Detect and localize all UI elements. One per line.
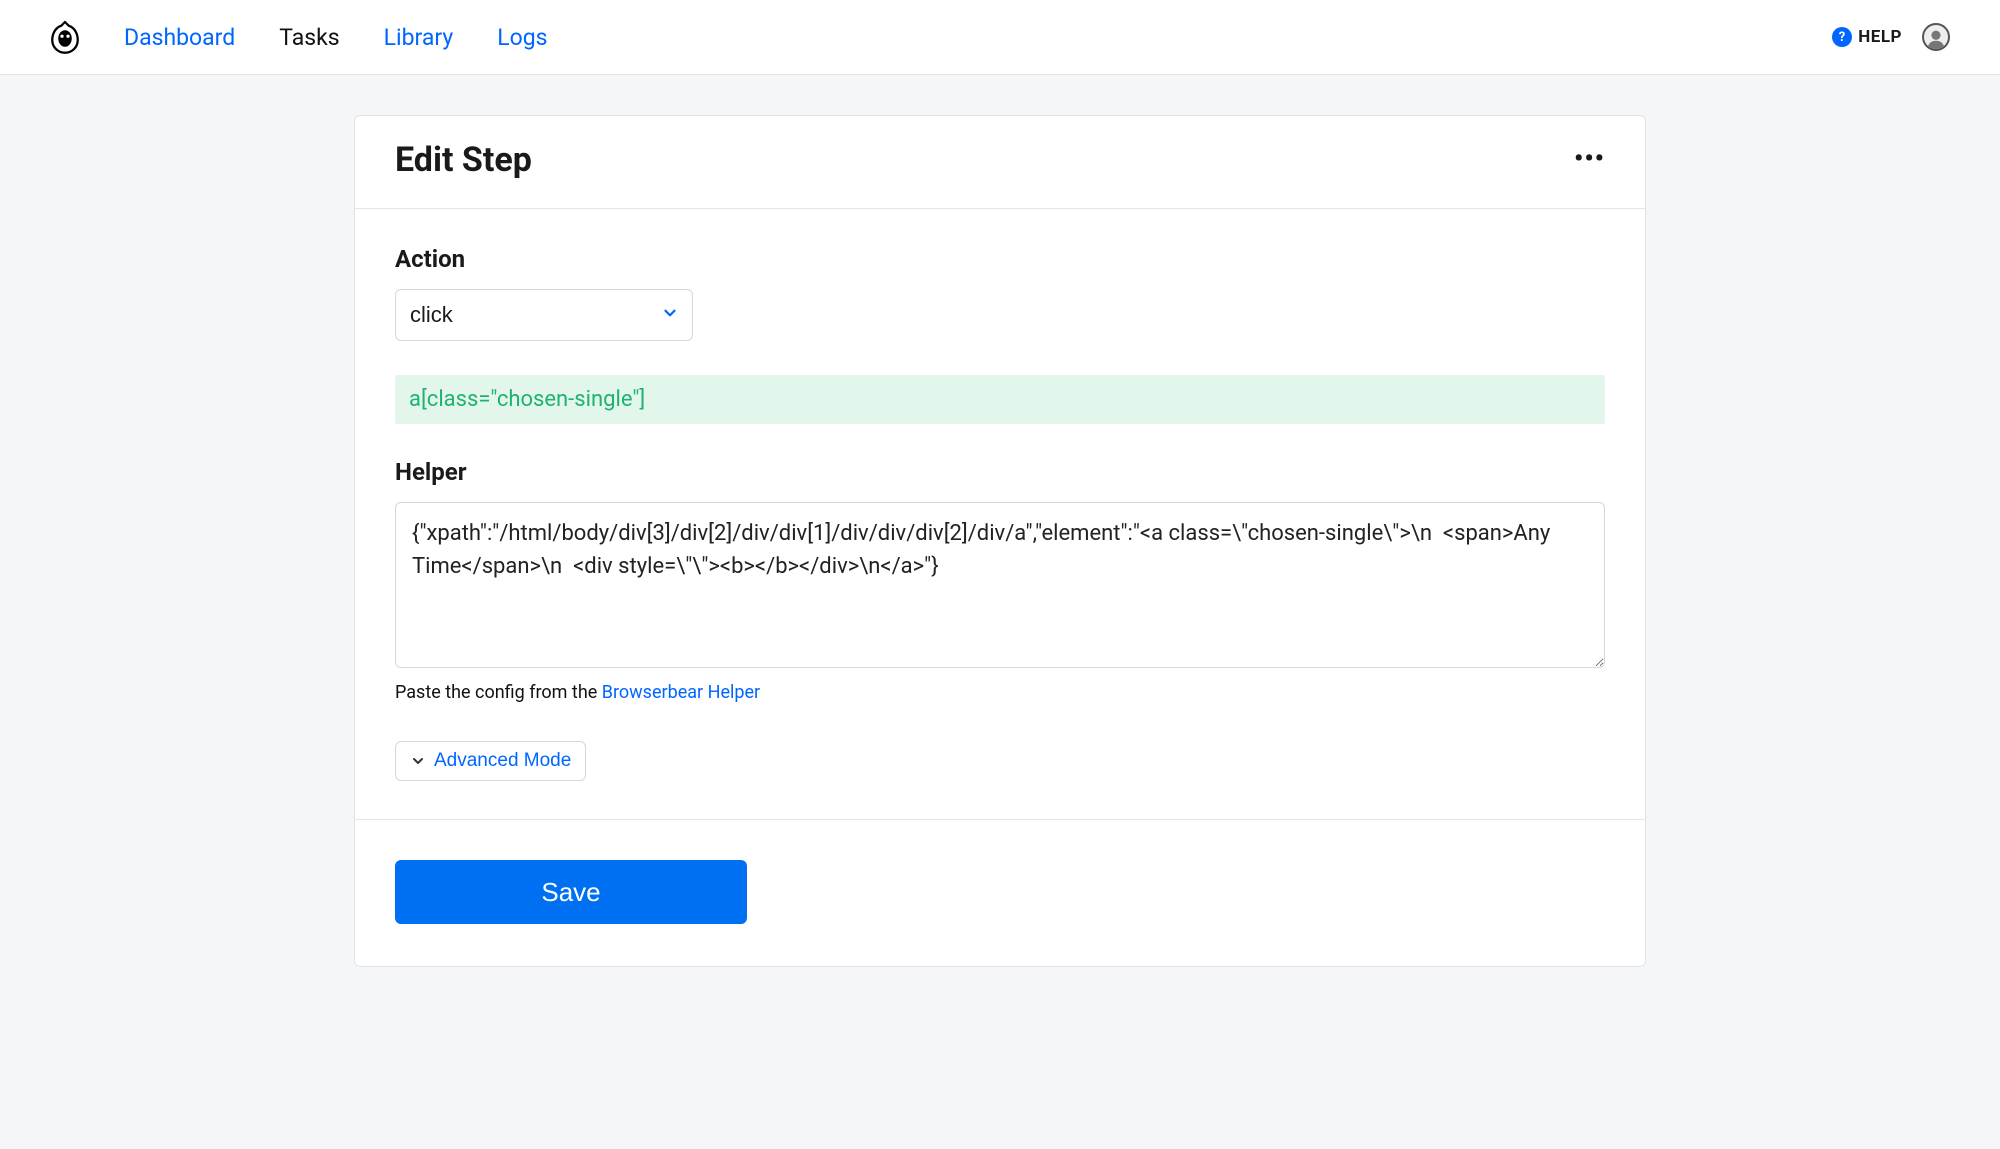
logo[interactable]: [50, 19, 80, 55]
avatar-icon: [1925, 27, 1947, 49]
nav-dashboard[interactable]: Dashboard: [124, 24, 235, 51]
card-header: Edit Step •••: [355, 116, 1645, 209]
helper-label: Helper: [395, 458, 1605, 486]
helper-link[interactable]: Browserbear Helper: [602, 682, 760, 703]
help-icon: ?: [1832, 27, 1852, 47]
topbar-right: ? HELP: [1832, 23, 1950, 51]
main-content: Edit Step ••• Action a[class="chosen-sin…: [0, 75, 2000, 1027]
main-nav: Dashboard Tasks Library Logs: [124, 24, 548, 51]
bear-logo-icon: [50, 19, 80, 55]
card-footer: Save: [355, 819, 1645, 966]
helper-hint: Paste the config from the Browserbear He…: [395, 682, 1605, 703]
advanced-mode-toggle[interactable]: Advanced Mode: [395, 741, 586, 781]
topbar: Dashboard Tasks Library Logs ? HELP: [0, 0, 2000, 75]
action-label: Action: [395, 245, 1605, 273]
help-button[interactable]: ? HELP: [1832, 27, 1902, 47]
chevron-down-icon: [410, 753, 426, 769]
nav-logs[interactable]: Logs: [497, 24, 547, 51]
topbar-left: Dashboard Tasks Library Logs: [50, 19, 548, 55]
edit-step-card: Edit Step ••• Action a[class="chosen-sin…: [354, 115, 1646, 967]
action-select-wrap: [395, 289, 693, 341]
advanced-mode-label: Advanced Mode: [434, 750, 571, 772]
helper-textarea[interactable]: [395, 502, 1605, 668]
page-title: Edit Step: [395, 140, 532, 180]
nav-tasks[interactable]: Tasks: [279, 24, 339, 51]
card-body: Action a[class="chosen-single"] Helper P…: [355, 209, 1645, 819]
selector-preview: a[class="chosen-single"]: [395, 375, 1605, 424]
nav-library[interactable]: Library: [384, 24, 454, 51]
save-button[interactable]: Save: [395, 860, 747, 924]
action-select[interactable]: [395, 289, 693, 341]
help-label: HELP: [1858, 27, 1902, 47]
avatar[interactable]: [1922, 23, 1950, 51]
hint-text: Paste the config from the: [395, 682, 602, 703]
more-menu-icon[interactable]: •••: [1574, 147, 1605, 172]
